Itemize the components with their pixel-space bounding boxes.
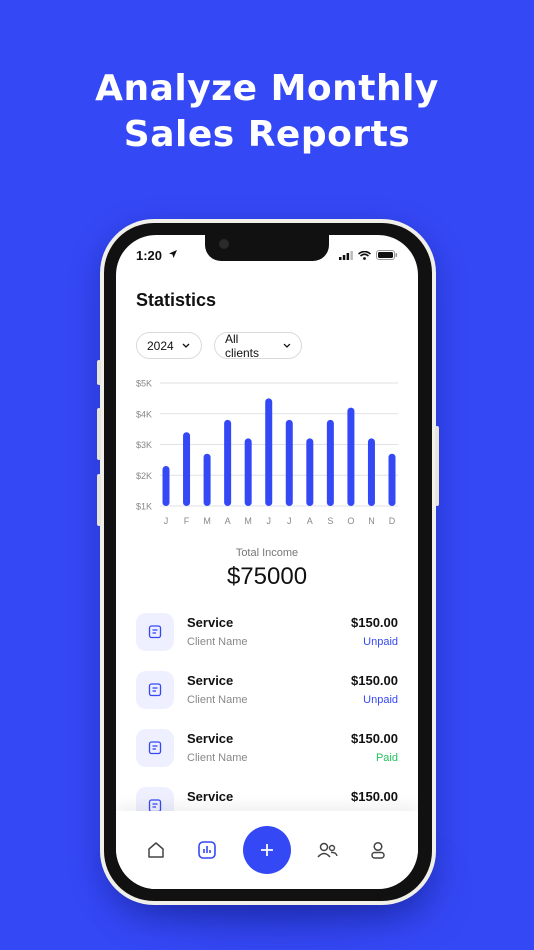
- phone-side-button: [97, 360, 101, 385]
- transaction-client: Client Name: [187, 694, 248, 706]
- headline-line-1: Analyze Monthly: [95, 68, 439, 109]
- phone-side-button: [435, 426, 439, 506]
- page-title: Statistics: [136, 290, 217, 310]
- chevron-down-icon: [182, 343, 190, 348]
- home-icon[interactable]: [145, 839, 167, 861]
- transaction-status: Unpaid: [363, 694, 398, 706]
- transaction-client: Client Name: [187, 752, 248, 764]
- chart-x-tick-label: S: [327, 516, 333, 526]
- chart-x-tick-label: J: [266, 516, 271, 526]
- transaction-title: Service: [187, 789, 234, 804]
- clients-filter-label: All clients: [225, 331, 260, 360]
- chart-y-tick-label: $1K: [136, 502, 152, 512]
- chart-bar[interactable]: [162, 466, 170, 506]
- chart-x-tick-label: M: [203, 516, 211, 526]
- profile-icon[interactable]: [367, 839, 389, 861]
- chart-bar[interactable]: [388, 453, 396, 506]
- signal-icon: [339, 250, 353, 260]
- chart-x-tick-label: A: [307, 516, 313, 526]
- chart-bar[interactable]: [367, 438, 375, 506]
- transaction-amount: $150.00: [351, 673, 398, 688]
- chart-y-tick-label: $5K: [136, 379, 152, 389]
- monthly-sales-chart-svg: $1K $2K $3K $4K $5K J F M A M J J A S O N D: [136, 379, 398, 526]
- clients-filter-dropdown[interactable]: All clients: [214, 331, 302, 360]
- camera-icon: [219, 239, 229, 249]
- chart-bar[interactable]: [244, 438, 252, 506]
- chart-x-tick-label: O: [347, 516, 354, 526]
- transaction-title: Service: [187, 731, 234, 746]
- transaction-client: Client Name: [187, 636, 248, 648]
- chevron-down-icon: [283, 343, 291, 348]
- transaction-title: Service: [187, 615, 234, 630]
- phone-notch: [205, 235, 329, 261]
- headline-line-2: Sales Reports: [123, 114, 411, 155]
- chart-bar[interactable]: [326, 419, 334, 506]
- phone-side-button: [97, 408, 101, 460]
- add-button[interactable]: [243, 826, 291, 874]
- chart-x-tick-label: M: [244, 516, 252, 526]
- year-filter-dropdown[interactable]: 2024: [136, 332, 202, 359]
- chart-x-tick-label: A: [225, 516, 231, 526]
- transaction-status: Unpaid: [363, 636, 398, 648]
- location-arrow-icon: [169, 250, 177, 258]
- chart-x-tick-label: J: [287, 516, 292, 526]
- transaction-amount: $150.00: [351, 789, 398, 804]
- chart-x-tick-label: N: [368, 516, 375, 526]
- monthly-sales-chart: $1K $2K $3K $4K $5K J F M A M J J A S O N D: [116, 373, 418, 533]
- transaction-item[interactable]: Service Client Name $150.00 Unpaid: [136, 671, 398, 713]
- chart-bar[interactable]: [265, 398, 273, 506]
- transaction-item[interactable]: Service Client Name $150.00 Unpaid: [136, 613, 398, 655]
- chart-bar[interactable]: [183, 432, 191, 506]
- add-icon: [261, 844, 273, 856]
- invoice-icon: [136, 613, 174, 651]
- transaction-amount: $150.00: [351, 615, 398, 630]
- chart-bar[interactable]: [306, 438, 314, 506]
- phone-side-button: [97, 474, 101, 526]
- transaction-item[interactable]: Service Client Name $150.00 Paid: [136, 729, 398, 771]
- transaction-amount: $150.00: [351, 731, 398, 746]
- total-income-value: $75000: [226, 563, 308, 590]
- status-time: 1:20: [136, 248, 163, 263]
- total-income-label: Total Income: [235, 547, 299, 559]
- chart-bar[interactable]: [285, 419, 293, 506]
- app-screen: 1:20 Statistics 2024 All clients $1K $2K $…: [116, 235, 418, 889]
- year-filter-label: 2024: [147, 338, 174, 353]
- chart-x-tick-label: J: [164, 516, 169, 526]
- chart-x-tick-label: D: [389, 516, 396, 526]
- statistics-icon[interactable]: [196, 839, 218, 861]
- transaction-title: Service: [187, 673, 234, 688]
- chart-bar[interactable]: [347, 407, 355, 506]
- headline: Analyze Monthly Sales Reports: [0, 66, 534, 158]
- wifi-icon: [358, 250, 371, 260]
- chart-y-tick-label: $3K: [136, 440, 152, 450]
- bottom-nav-bar: [116, 811, 418, 889]
- chart-y-tick-label: $2K: [136, 471, 152, 481]
- battery-icon: [376, 250, 398, 260]
- chart-y-tick-label: $4K: [136, 409, 152, 419]
- invoice-icon: [136, 729, 174, 767]
- invoice-icon: [136, 671, 174, 709]
- chart-bar[interactable]: [203, 453, 211, 506]
- chart-bar[interactable]: [224, 419, 232, 506]
- clients-icon[interactable]: [316, 839, 338, 861]
- transaction-status: Paid: [375, 752, 398, 764]
- status-icons: [339, 250, 398, 260]
- chart-x-tick-label: F: [184, 516, 190, 526]
